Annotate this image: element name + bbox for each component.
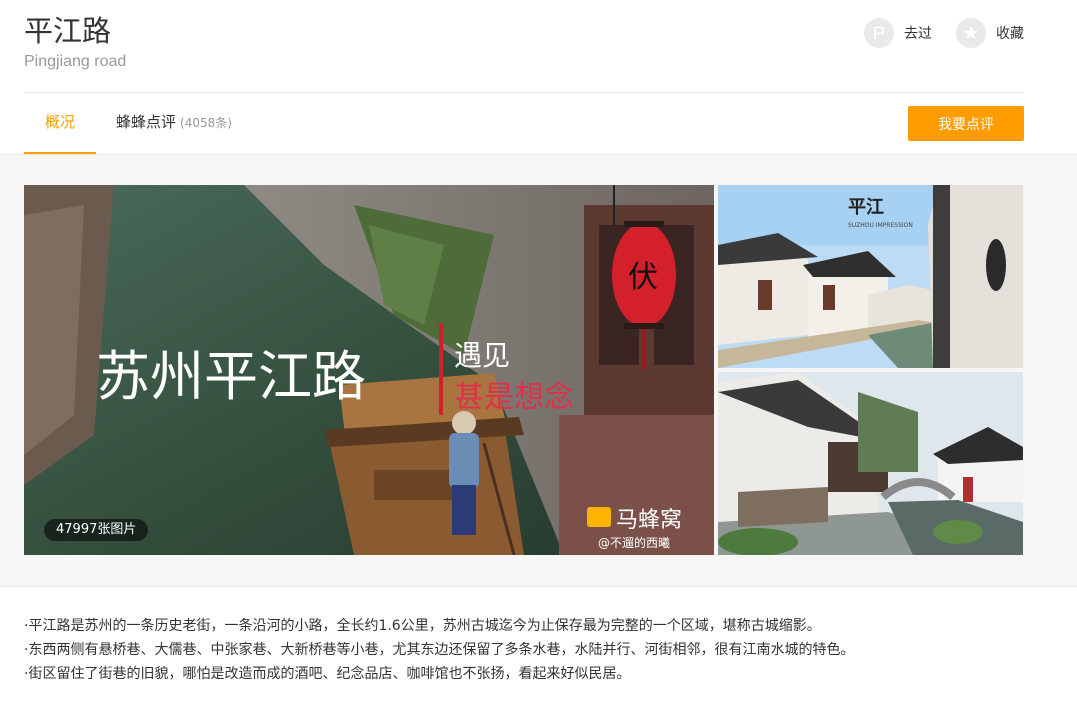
reviews-count: (4058条) (180, 116, 232, 130)
main-photo[interactable]: 伏 苏州平江路 遇见 甚是想念 马蜂窝 @不遛的西曦 47997张图片 (24, 185, 714, 555)
write-review-button[interactable]: 我要点评 (908, 106, 1024, 141)
star-icon (956, 18, 986, 48)
watermark-user: @不遛的西曦 (598, 535, 670, 550)
header-actions: 去过 收藏 (842, 18, 1024, 48)
been-there-label: 去过 (904, 26, 932, 42)
lantern-char: 伏 (628, 260, 658, 295)
main-overlay-title: 苏州平江路 (96, 345, 366, 408)
description-line-3: ·街区留住了街巷的旧貌，哪怕是改造而成的酒吧、纪念品店、咖啡馆也不张扬，看起来好… (24, 666, 631, 682)
tab-reviews[interactable]: 蜂蜂点评 (4058条) (116, 93, 232, 154)
been-there-button[interactable]: 去过 (864, 18, 932, 48)
side-photo-bottom[interactable] (718, 372, 1023, 555)
tab-reviews-label: 蜂蜂点评 (116, 113, 177, 131)
tab-bar: 概况 蜂蜂点评 (4058条) 我要点评 (24, 93, 1024, 154)
page-title: 平江路 (24, 14, 112, 48)
collect-button[interactable]: 收藏 (956, 18, 1024, 48)
watermark-brand: 马蜂窝 (616, 508, 682, 533)
side1-logo-sub: SUZHOU IMPRESSION (848, 222, 913, 229)
tab-overview[interactable]: 概况 (24, 93, 96, 154)
collect-label: 收藏 (996, 26, 1024, 42)
main-overlay-sub2: 甚是想念 (454, 380, 574, 415)
photo-gallery: 伏 苏州平江路 遇见 甚是想念 马蜂窝 @不遛的西曦 47997张图片 平江 S… (0, 155, 1077, 586)
side-photo-top[interactable]: 平江 SUZHOU IMPRESSION (718, 185, 1023, 368)
description-line-2: ·东西两侧有悬桥巷、大儒巷、中张家巷、大新桥巷等小巷，尤其东边还保留了多条水巷，… (24, 642, 855, 658)
flag-icon (864, 18, 894, 48)
poi-header: 平江路 Pingjiang road 去过 收藏 (24, 0, 1024, 92)
gallery-divider (0, 586, 1077, 587)
side1-logo: 平江 (848, 197, 884, 218)
page-subtitle: Pingjiang road (24, 53, 127, 70)
description-line-1: ·平江路是苏州的一条历史老街，一条沿河的小路，全长约1.6公里，苏州古城迄今为止… (24, 618, 821, 634)
photo-count-badge[interactable]: 47997张图片 (44, 519, 149, 541)
main-overlay-sub1: 遇见 (454, 339, 510, 372)
poi-description: ·平江路是苏州的一条历史老街，一条沿河的小路，全长约1.6公里，苏州古城迄今为止… (24, 614, 1054, 686)
